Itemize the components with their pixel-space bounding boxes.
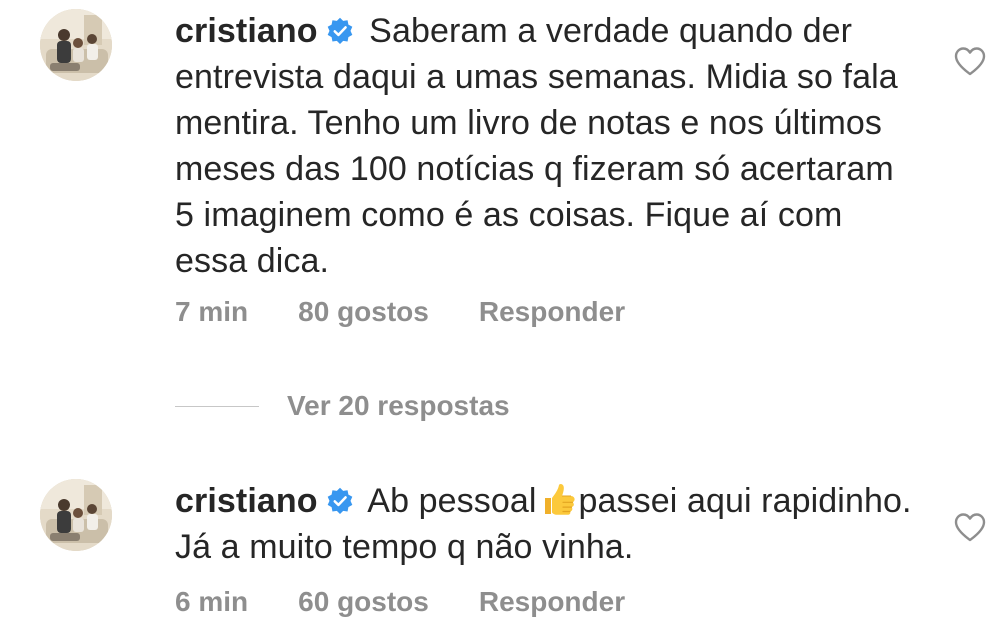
comment-text: Ab pessoal (359, 482, 537, 520)
comment-username[interactable]: cristiano (175, 482, 318, 520)
comment-likes[interactable]: 60 gostos (298, 586, 429, 617)
comment-item: cristiano Saberam a verdade quando der e… (0, 0, 1001, 345)
verified-badge-icon (327, 17, 352, 45)
comment-body: cristiano Saberam a verdade quando der e… (175, 8, 920, 284)
comment-likes[interactable]: 80 gostos (298, 296, 429, 327)
thumbs-up-icon (544, 483, 575, 515)
avatar[interactable] (40, 479, 112, 551)
comment-text: Saberam a verdade quando der entrevista … (175, 12, 898, 280)
heart-icon[interactable] (953, 512, 987, 542)
view-replies-label[interactable]: Ver 20 respostas (287, 390, 510, 422)
comment-meta: 6 min 60 gostos Responder (175, 586, 675, 618)
divider-line (175, 405, 259, 407)
heart-icon[interactable] (953, 46, 987, 76)
comment-meta: 7 min 80 gostos Responder (175, 296, 675, 328)
reply-button[interactable]: Responder (479, 586, 625, 617)
comment-time: 6 min (175, 586, 249, 617)
comment-body: cristiano Ab pessoal passei aqui rapidin… (175, 478, 920, 570)
avatar[interactable] (40, 9, 112, 81)
comment-username[interactable]: cristiano (175, 12, 318, 50)
verified-badge-icon (327, 487, 352, 515)
view-replies-button[interactable]: Ver 20 respostas (175, 386, 510, 426)
reply-button[interactable]: Responder (479, 296, 625, 327)
comment-item: cristiano Ab pessoal passei aqui rapidin… (0, 470, 1001, 629)
comment-time: 7 min (175, 296, 249, 327)
